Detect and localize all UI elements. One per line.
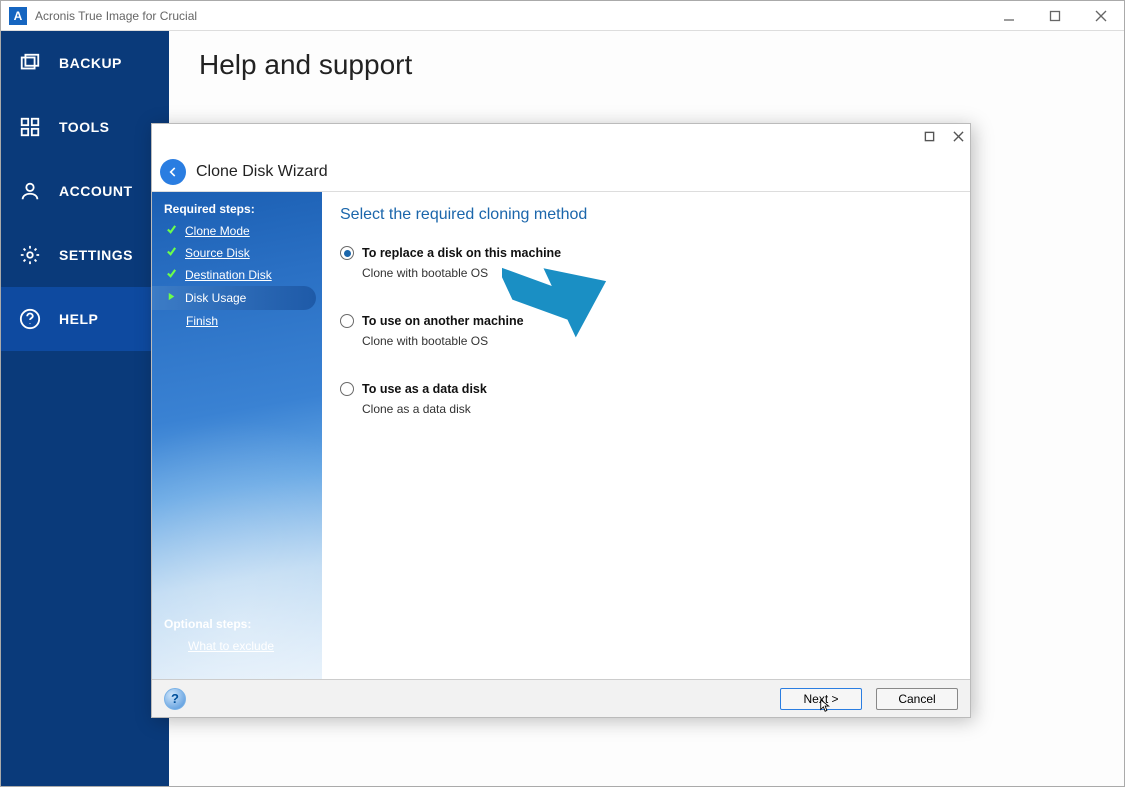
clone-disk-wizard-dialog: Clone Disk Wizard Required steps: Clone … [151,123,971,718]
wizard-title: Clone Disk Wizard [196,163,328,181]
option-subtitle: Clone with bootable OS [340,334,952,348]
wizard-content: Select the required cloning method To re… [322,192,970,679]
checkmark-icon [166,268,177,282]
button-label: Next > [803,692,838,706]
option-title: To use on another machine [362,314,524,328]
radio-button[interactable] [340,246,354,260]
checkmark-icon [166,246,177,260]
tools-icon [19,116,41,138]
required-steps-header: Required steps: [152,192,322,220]
option-subtitle: Clone with bootable OS [340,266,952,280]
titlebar: A Acronis True Image for Crucial [1,1,1124,31]
next-button[interactable]: Next > [780,688,862,710]
sidebar-item-settings[interactable]: SETTINGS [1,223,169,287]
account-icon [19,180,41,202]
button-label: Cancel [898,692,935,706]
sidebar-item-label: TOOLS [59,119,109,135]
wizard-titlebar [152,124,970,152]
step-label: Source Disk [185,246,250,260]
step-disk-usage[interactable]: Disk Usage [152,286,316,310]
radio-button[interactable] [340,382,354,396]
arrow-right-icon [166,291,177,305]
step-clone-mode[interactable]: Clone Mode [152,220,322,242]
option-title: To replace a disk on this machine [362,246,561,260]
optional-steps-section: Optional steps: What to exclude [152,607,322,657]
checkmark-icon [166,224,177,238]
option-data-disk[interactable]: To use as a data disk Clone as a data di… [340,382,952,416]
sidebar-item-label: SETTINGS [59,247,133,263]
step-finish[interactable]: Finish [152,310,322,332]
wizard-content-heading: Select the required cloning method [340,206,952,224]
app-icon: A [9,7,27,25]
sidebar-item-label: BACKUP [59,55,122,71]
step-label: Disk Usage [185,291,246,305]
option-replace-disk[interactable]: To replace a disk on this machine Clone … [340,246,952,280]
optional-steps-header: Optional steps: [152,607,322,635]
backup-icon [19,52,41,74]
page-heading: Help and support [169,31,1124,111]
option-subtitle: Clone as a data disk [340,402,952,416]
window-maximize-button[interactable] [1032,1,1078,31]
app-title: Acronis True Image for Crucial [35,9,197,23]
app-window: A Acronis True Image for Crucial BACKUP [0,0,1125,787]
option-title: To use as a data disk [362,382,487,396]
step-source-disk[interactable]: Source Disk [152,242,322,264]
sidebar-item-account[interactable]: ACCOUNT [1,159,169,223]
wizard-steps-sidebar: Required steps: Clone Mode Source Disk D… [152,192,322,679]
wizard-close-button[interactable] [953,129,964,147]
sidebar-item-label: ACCOUNT [59,183,133,199]
wizard-header: Clone Disk Wizard [152,152,970,192]
step-label: Destination Disk [185,268,272,282]
cancel-button[interactable]: Cancel [876,688,958,710]
wizard-footer: ? Next > Cancel [152,679,970,717]
window-close-button[interactable] [1078,1,1124,31]
wizard-maximize-button[interactable] [924,129,935,147]
option-another-machine[interactable]: To use on another machine Clone with boo… [340,314,952,348]
settings-icon [19,244,41,266]
sidebar-item-label: HELP [59,311,98,327]
step-label: Finish [186,314,218,328]
wizard-back-button[interactable] [160,159,186,185]
help-icon [19,308,41,330]
radio-button[interactable] [340,314,354,328]
step-label: Clone Mode [185,224,250,238]
sidebar-item-backup[interactable]: BACKUP [1,31,169,95]
sidebar-item-tools[interactable]: TOOLS [1,95,169,159]
step-destination-disk[interactable]: Destination Disk [152,264,322,286]
sidebar-item-help[interactable]: HELP [1,287,169,351]
app-sidebar: BACKUP TOOLS ACCOUNT SETTINGS [1,31,169,786]
wizard-help-button[interactable]: ? [164,688,186,710]
main-content: Help and support Clone Disk Wizard [169,31,1124,786]
step-what-to-exclude[interactable]: What to exclude [152,635,322,657]
window-minimize-button[interactable] [986,1,1032,31]
